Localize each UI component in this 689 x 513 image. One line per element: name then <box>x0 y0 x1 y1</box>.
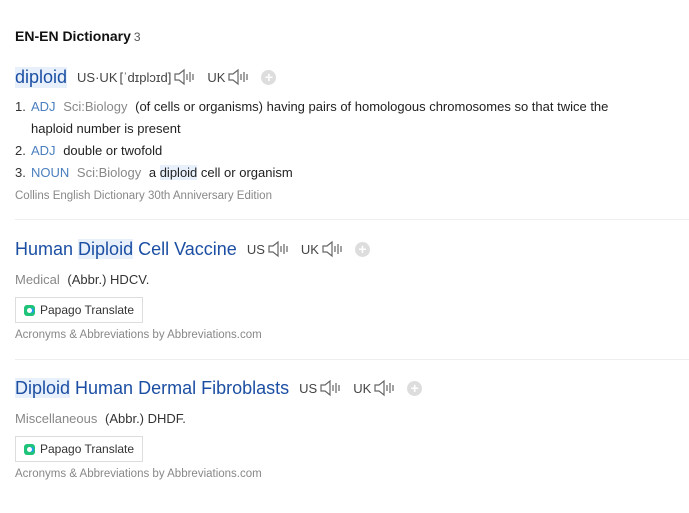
papago-icon <box>24 304 35 316</box>
part-of-speech: NOUN <box>31 165 70 180</box>
source-label: Acronyms & Abbreviations by Abbreviation… <box>15 468 262 480</box>
def-number: 2. <box>15 143 26 158</box>
sense-line: Miscellaneous (Abbr.) DHDF. <box>15 411 689 426</box>
speaker-icon[interactable] <box>319 379 345 397</box>
us-uk-label: US·UK <box>77 69 118 85</box>
speaker-icon[interactable] <box>173 68 199 86</box>
category-label: Miscellaneous <box>15 411 98 426</box>
add-wordbook-icon[interactable]: + <box>354 241 370 257</box>
word-part: Human <box>15 238 74 259</box>
sense-text: (Abbr.) HDCV. <box>67 272 150 287</box>
papago-label: Papago Translate <box>40 442 135 456</box>
definition-item: 1. ADJ Sci:Biology (of cells or organism… <box>15 96 689 140</box>
speaker-icon[interactable] <box>321 240 347 258</box>
word-highlight: Diploid <box>15 377 71 398</box>
add-wordbook-icon[interactable]: + <box>407 380 423 396</box>
divider <box>15 219 689 220</box>
papago-translate-button[interactable]: Papago Translate <box>15 297 144 323</box>
entry-diploid-human-dermal-fibroblasts: Diploid Human Dermal Fibroblasts US UK +… <box>15 375 689 480</box>
speaker-icon[interactable] <box>267 240 293 258</box>
definition-text-cont: haploid number is present <box>31 121 181 136</box>
add-wordbook-icon[interactable]: + <box>261 69 277 85</box>
entry-word-link[interactable]: Diploid Human Dermal Fibroblasts <box>15 377 290 399</box>
part-of-speech: ADJ <box>31 143 56 158</box>
field-label: Sci:Biology <box>76 165 142 180</box>
uk-label: UK <box>207 69 226 85</box>
word-highlight: Diploid <box>78 238 134 259</box>
def-number: 1. <box>15 99 26 114</box>
papago-translate-button[interactable]: Papago Translate <box>15 436 144 462</box>
word-part: Human Dermal Fibroblasts <box>75 377 290 398</box>
word-part: Cell Vaccine <box>138 238 237 259</box>
source-label: Acronyms & Abbreviations by Abbreviation… <box>15 329 262 341</box>
dictionary-title: EN-EN Dictionary <box>15 28 131 44</box>
definition-pre: a <box>148 165 157 180</box>
papago-icon <box>24 443 35 455</box>
entry-word-link[interactable]: diploid <box>15 66 68 88</box>
definition-post: cell or organism <box>200 165 293 180</box>
category-label: Medical <box>15 272 60 287</box>
definition-text: double or twofold <box>63 143 163 158</box>
us-label: US <box>246 241 265 257</box>
entry-word-link[interactable]: Human Diploid Cell Vaccine <box>15 238 237 260</box>
part-of-speech: ADJ <box>31 99 56 114</box>
source-label: Collins English Dictionary 30th Annivers… <box>15 190 272 202</box>
definition-item: 3. NOUN Sci:Biology a diploid cell or or… <box>15 162 689 184</box>
entry-diploid: diploid US·UK [ˈdɪplɔɪd] UK + 1. ADJ Sci… <box>15 64 689 202</box>
definition-highlight: diploid <box>159 165 198 180</box>
papago-label: Papago Translate <box>40 303 135 317</box>
field-label: Sci:Biology <box>63 99 128 114</box>
us-label: US <box>299 380 318 396</box>
result-count: 3 <box>133 30 141 44</box>
definition-text: (of cells or organisms) having pairs of … <box>135 99 609 114</box>
pronunciation: [ˈdɪplɔɪd] <box>119 69 172 85</box>
speaker-icon[interactable] <box>227 68 253 86</box>
uk-label: UK <box>300 241 319 257</box>
sense-text: (Abbr.) DHDF. <box>105 411 186 426</box>
sense-line: Medical (Abbr.) HDCV. <box>15 272 689 287</box>
divider <box>15 359 689 360</box>
definition-item: 2. ADJ double or twofold <box>15 140 689 162</box>
speaker-icon[interactable] <box>373 379 399 397</box>
uk-label: UK <box>353 380 372 396</box>
def-number: 3. <box>15 165 26 180</box>
dictionary-header: EN-EN Dictionary 3 <box>15 28 141 44</box>
entry-human-diploid-cell-vaccine: Human Diploid Cell Vaccine US UK + Medic… <box>15 236 689 341</box>
